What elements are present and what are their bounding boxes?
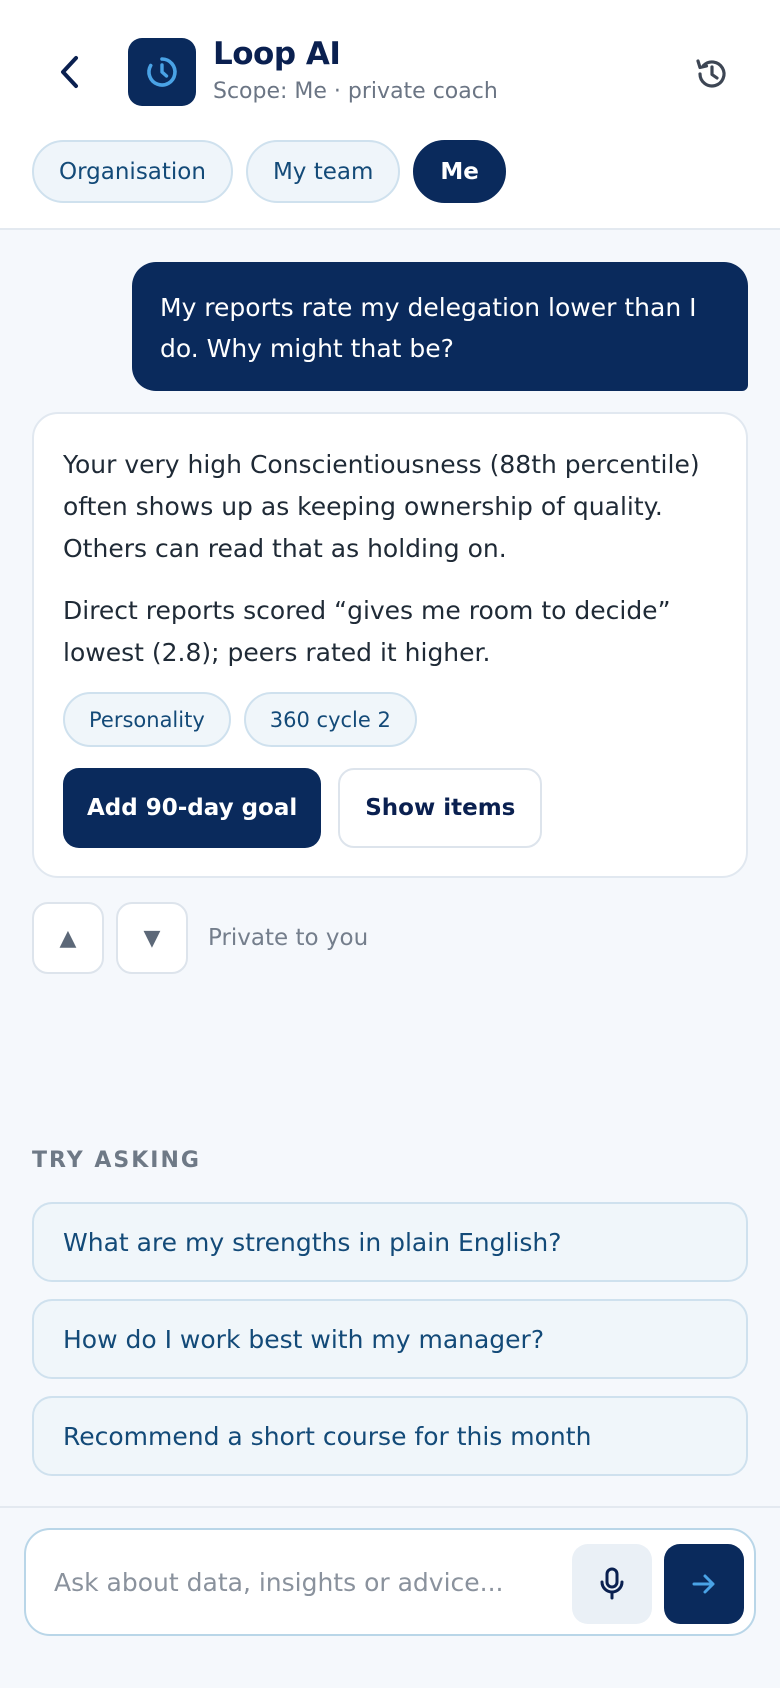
ai-response-card: Your very high Conscientiousness (88th p…	[32, 412, 748, 878]
suggestion-item[interactable]: How do I work best with my manager?	[32, 1299, 748, 1379]
message-input[interactable]	[54, 1530, 574, 1634]
downvote-button[interactable]: ▼	[116, 902, 188, 974]
try-asking-label: TRY ASKING	[32, 1148, 201, 1173]
ai-actions: Add 90-day goal Show items	[63, 768, 543, 848]
feedback-row: ▲ ▼ Private to you	[32, 902, 368, 974]
mic-button[interactable]	[572, 1544, 652, 1624]
composer	[24, 1528, 756, 1636]
app-header: Loop AI Scope: Me · private coach Organi…	[0, 0, 780, 230]
triangle-up-icon: ▲	[59, 925, 77, 951]
send-button[interactable]	[664, 1544, 744, 1624]
arrow-right-icon	[692, 1574, 715, 1594]
app-title: Loop AI	[213, 36, 341, 72]
source-chips: Personality 360 cycle 2	[63, 692, 417, 747]
add-goal-button[interactable]: Add 90-day goal	[63, 768, 322, 848]
user-message: My reports rate my delegation lower than…	[132, 262, 748, 391]
back-button[interactable]	[44, 44, 94, 100]
triangle-down-icon: ▼	[143, 925, 161, 951]
source-chip-360-cycle[interactable]: 360 cycle 2	[243, 692, 417, 747]
show-items-button[interactable]: Show items	[338, 768, 543, 848]
loop-clock-icon	[147, 57, 177, 87]
scope-tabs: Organisation My team Me	[32, 140, 506, 203]
microphone-icon	[600, 1567, 624, 1600]
suggestion-item[interactable]: Recommend a short course for this month	[32, 1396, 748, 1476]
ai-response-paragraph: Your very high Conscientiousness (88th p…	[63, 450, 700, 563]
upvote-button[interactable]: ▲	[32, 902, 104, 974]
history-icon	[696, 59, 726, 88]
history-button[interactable]	[684, 46, 740, 102]
scope-subtitle: Scope: Me · private coach	[213, 79, 498, 104]
suggestion-list: What are my strengths in plain English? …	[32, 1202, 748, 1476]
ai-response-paragraph: Direct reports scored “gives me room to …	[63, 596, 671, 667]
tab-my-team[interactable]: My team	[245, 140, 401, 203]
privacy-note: Private to you	[208, 925, 369, 951]
suggestion-item[interactable]: What are my strengths in plain English?	[32, 1202, 748, 1282]
tab-me[interactable]: Me	[413, 140, 506, 203]
source-chip-personality[interactable]: Personality	[63, 692, 231, 747]
app-logo	[128, 38, 196, 106]
tab-organisation[interactable]: Organisation	[32, 140, 233, 203]
chevron-left-icon	[61, 56, 78, 88]
